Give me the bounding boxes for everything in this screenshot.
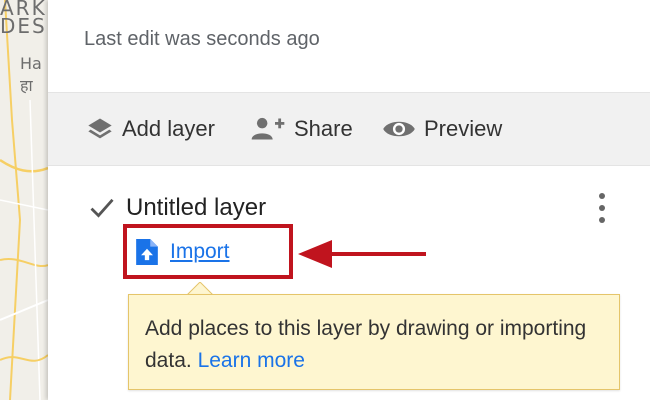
preview-button[interactable]: Preview: [382, 93, 502, 165]
import-tooltip: Add places to this layer by drawing or i…: [128, 294, 620, 390]
layer-name[interactable]: Untitled layer: [126, 194, 266, 222]
layer-visibility-checkbox[interactable]: [88, 194, 116, 222]
map-label-city: Ha: [20, 54, 42, 73]
eye-icon: [383, 121, 415, 137]
upload-file-icon: [136, 239, 158, 265]
last-edit-status: Last edit was seconds ago: [84, 28, 320, 50]
share-button[interactable]: Share: [250, 93, 353, 165]
map-label-city-hindi: हा: [20, 76, 33, 95]
preview-label: Preview: [424, 116, 503, 141]
import-label: Import: [170, 240, 230, 263]
add-person-icon: [251, 117, 285, 140]
share-label: Share: [294, 116, 353, 141]
add-layer-label: Add layer: [122, 116, 215, 141]
layer-row: Untitled layer: [88, 188, 266, 228]
map-area[interactable]: ARK DES Ha हा: [0, 0, 48, 400]
map-label-region-2: DES: [0, 14, 47, 38]
more-vert-icon[interactable]: [590, 190, 614, 226]
layers-icon: [88, 118, 112, 139]
learn-more-link[interactable]: Learn more: [198, 349, 305, 372]
pointer-arrow: [298, 240, 426, 268]
layer-toolbar: Add layer Share Preview: [48, 92, 650, 166]
map-editor-panel: Last edit was seconds ago Add layer Shar…: [48, 0, 650, 400]
add-layer-button[interactable]: Add layer: [86, 93, 215, 165]
import-link[interactable]: Import: [136, 237, 230, 267]
